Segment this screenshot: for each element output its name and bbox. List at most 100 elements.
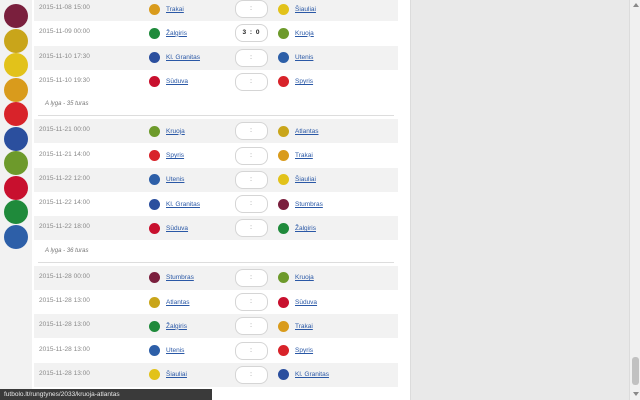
match-row[interactable]: 2015-11-28 13:00 Atlantas : Sūduva [34,290,398,314]
away-team[interactable]: Kruoja [278,272,314,284]
home-team[interactable]: Stumbras [149,272,194,284]
away-team-link[interactable]: Žalgiris [295,225,316,232]
club-logo-icon[interactable] [4,77,28,102]
away-team[interactable]: Žalgiris [278,222,316,234]
away-team[interactable]: Utenis [278,52,313,64]
match-row[interactable]: 2015-11-10 17:30 Kl. Granitas : Utenis [34,45,398,70]
home-team[interactable]: Spyris [149,150,184,162]
home-team-link[interactable]: Trakai [166,6,184,13]
home-team-link[interactable]: Spyris [166,152,184,159]
match-row[interactable]: 2015-11-22 18:00 Sūduva : Žalgiris [34,216,398,241]
scrollbar-thumb[interactable] [632,357,639,385]
home-team[interactable]: Kruoja [149,125,185,137]
home-team-link[interactable]: Kruoja [166,128,185,135]
vertical-scrollbar[interactable] [629,0,640,400]
club-logo-icon[interactable] [4,28,28,53]
scroll-up-arrow-icon[interactable] [633,3,639,7]
match-row[interactable]: 2015-11-21 00:00 Kruoja : Atlantas [34,119,398,144]
match-score[interactable]: 3 : 0 [235,24,268,43]
away-team-link[interactable]: Sūduva [295,299,317,306]
match-row[interactable]: 2015-11-22 12:00 Utenis : Šiauliai [34,167,398,192]
home-team[interactable]: Trakai [149,3,184,15]
match-score[interactable]: : [235,72,268,91]
home-team-link[interactable]: Žalgiris [166,30,187,37]
away-team[interactable]: Spyris [278,76,313,88]
club-logo-icon[interactable] [4,151,28,175]
away-team[interactable]: Trakai [278,320,313,332]
home-team[interactable]: Utenis [149,174,184,186]
away-team-link[interactable]: Trakai [295,323,313,330]
home-team[interactable]: Utenis [149,345,184,357]
match-score[interactable]: : [235,195,268,214]
match-row[interactable]: 2015-11-09 00:00 Žalgiris 3 : 0 Kruoja [34,21,398,45]
away-team[interactable]: Atlantas [278,125,319,137]
home-team[interactable]: Sūduva [149,222,188,234]
away-team[interactable]: Stumbras [278,198,323,210]
away-team-link[interactable]: Stumbras [295,201,323,208]
club-logo-icon[interactable] [4,102,28,126]
club-logo-icon[interactable] [4,126,28,151]
home-team-link[interactable]: Utenis [166,347,184,354]
away-team[interactable]: Šiauliai [278,3,316,15]
match-score[interactable]: : [235,293,268,311]
home-team[interactable]: Sūduva [149,76,188,88]
away-team-link[interactable]: Atlantas [295,128,319,135]
match-score[interactable]: : [235,0,268,18]
away-team[interactable]: Spyris [278,345,313,357]
away-team[interactable]: Trakai [278,150,313,162]
match-score[interactable]: : [235,268,268,287]
match-row[interactable]: 2015-11-08 15:00 Trakai : Šiauliai [34,0,398,21]
home-team[interactable]: Šiauliai [149,369,187,381]
match-row[interactable]: 2015-11-22 14:00 Kl. Granitas : Stumbras [34,192,398,216]
club-logo-icon[interactable] [4,4,28,28]
scroll-down-arrow-icon[interactable] [633,392,639,396]
match-score[interactable]: : [235,365,268,384]
match-row[interactable]: 2015-11-28 00:00 Stumbras : Kruoja [34,265,398,290]
club-logo-icon[interactable] [4,200,28,224]
home-team[interactable]: Kl. Granitas [149,198,200,210]
away-team[interactable]: Sūduva [278,296,317,308]
home-team-link[interactable]: Žalgiris [166,323,187,330]
home-team[interactable]: Atlantas [149,296,190,308]
home-team[interactable]: Žalgiris [149,27,187,39]
match-row[interactable]: 2015-11-28 13:00 Žalgiris : Trakai [34,314,398,339]
home-team-link[interactable]: Šiauliai [166,371,187,378]
away-team-link[interactable]: Utenis [295,54,313,61]
home-team[interactable]: Žalgiris [149,320,187,332]
away-team-link[interactable]: Kl. Granitas [295,371,329,378]
home-team-link[interactable]: Kl. Granitas [166,54,200,61]
away-team-link[interactable]: Spyris [295,347,313,354]
home-team[interactable]: Kl. Granitas [149,52,200,64]
match-score[interactable]: : [235,341,268,360]
match-score[interactable]: : [235,122,268,141]
home-team-link[interactable]: Utenis [166,176,184,183]
match-score[interactable]: : [235,170,268,189]
away-team-link[interactable]: Spyris [295,78,313,85]
status-bar-url: futbolo.lt/rungtynes/2033/kruoja-atlanta… [0,389,212,400]
home-team-link[interactable]: Sūduva [166,225,188,232]
match-score[interactable]: : [235,48,268,67]
match-row[interactable]: 2015-11-28 13:00 Šiauliai : Kl. Granitas [34,362,398,387]
home-team-link[interactable]: Atlantas [166,299,190,306]
club-logo-icon[interactable] [4,175,28,200]
match-row[interactable]: 2015-11-10 19:30 Sūduva : Spyris [34,70,398,94]
match-score[interactable]: : [235,317,268,336]
home-team-link[interactable]: Kl. Granitas [166,201,200,208]
away-team-link[interactable]: Šiauliai [295,6,316,13]
away-team-link[interactable]: Kruoja [295,30,314,37]
match-row[interactable]: 2015-11-28 13:00 Utenis : Spyris [34,339,398,363]
away-team[interactable]: Šiauliai [278,174,316,186]
away-team[interactable]: Kruoja [278,27,314,39]
club-logo-icon[interactable] [4,224,28,249]
match-score[interactable]: : [235,219,268,238]
match-row[interactable]: 2015-11-21 14:00 Spyris : Trakai [34,144,398,168]
away-team-link[interactable]: Šiauliai [295,176,316,183]
home-team-link[interactable]: Stumbras [166,274,194,281]
away-team[interactable]: Kl. Granitas [278,369,329,381]
club-logo-icon[interactable] [4,53,28,77]
match-score[interactable]: : [235,146,268,165]
match-time: 2015-11-28 13:00 [39,297,90,304]
home-team-link[interactable]: Sūduva [166,78,188,85]
away-team-link[interactable]: Trakai [295,152,313,159]
away-team-link[interactable]: Kruoja [295,274,314,281]
